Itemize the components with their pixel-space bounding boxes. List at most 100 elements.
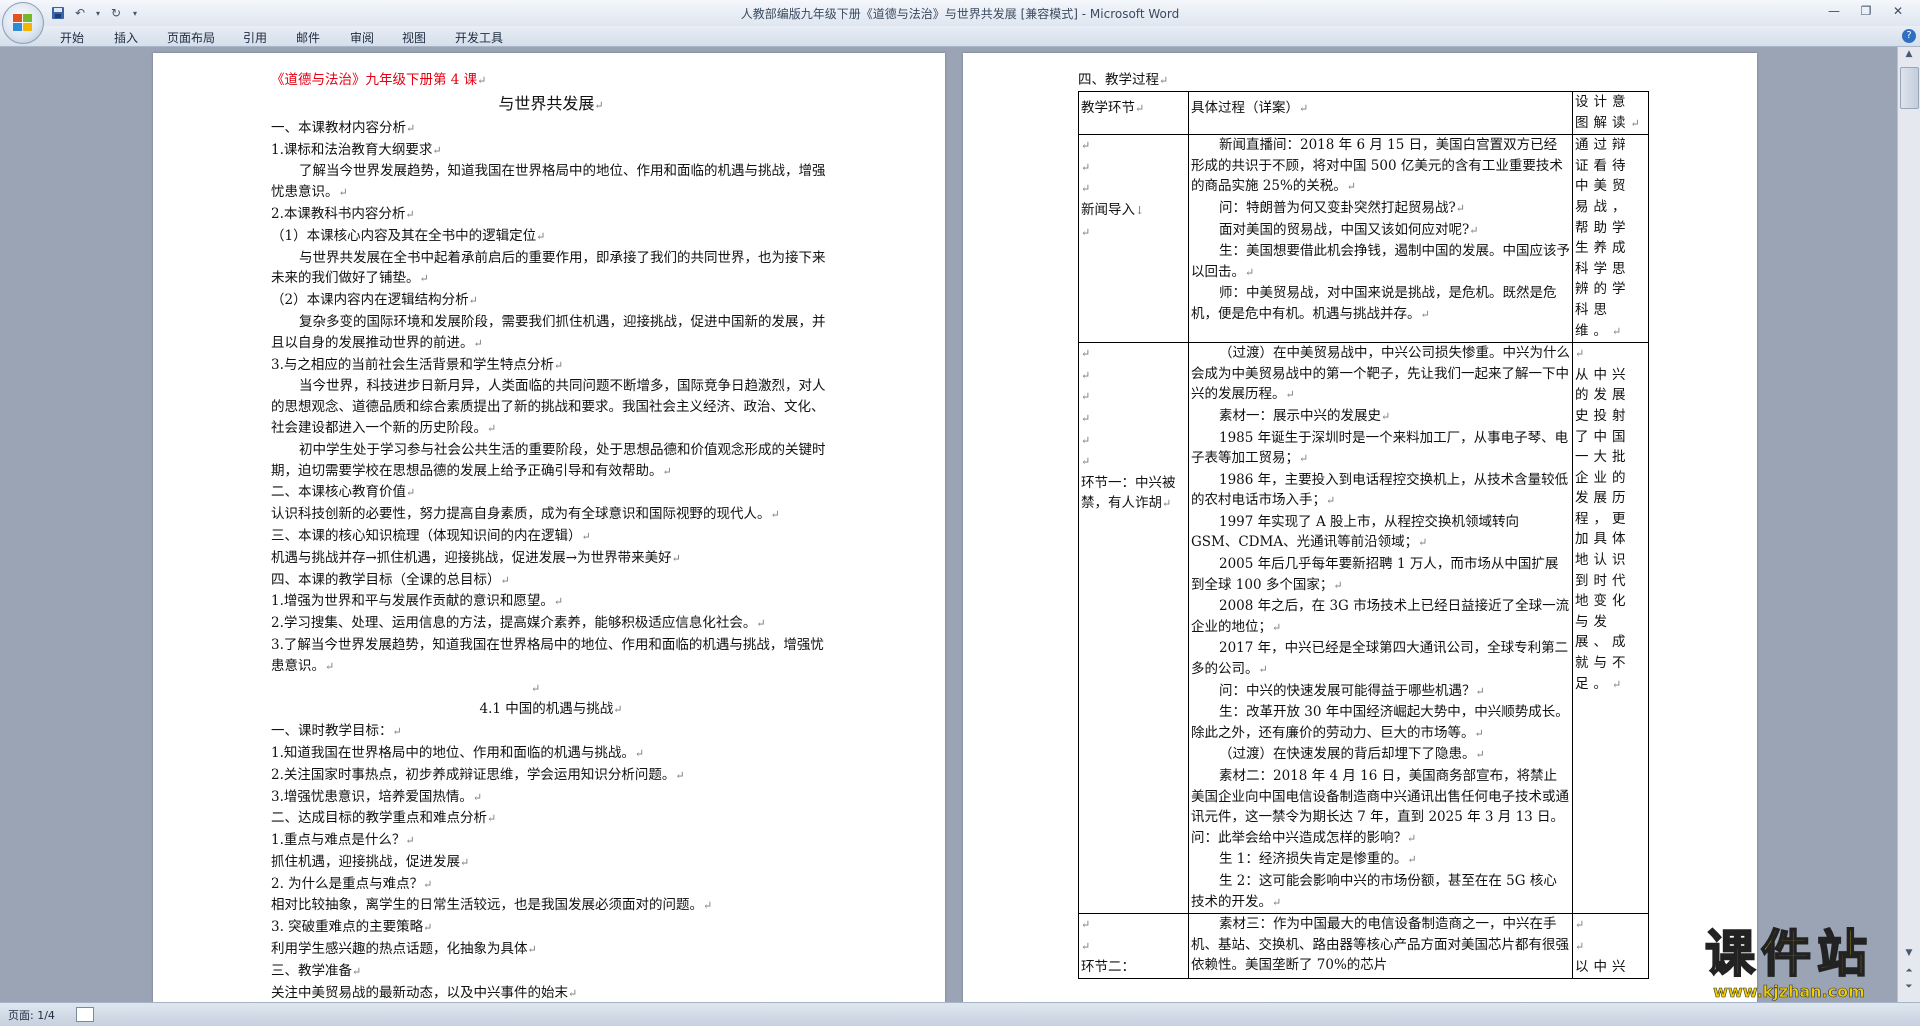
stage-cell: ↵ ↵ 环节二： bbox=[1078, 913, 1189, 979]
stage-cell: ↵ ↵ ↵ 新闻导入↓ ↵ bbox=[1078, 134, 1189, 344]
paragraph: 1.增强为世界和平与发展作贡献的意识和愿望。↵ bbox=[271, 593, 564, 610]
detail-cell: （过渡）在中美贸易战中，中兴公司损失惨重。中兴为什么会成为中美贸易战中的第一个靶… bbox=[1188, 342, 1573, 915]
paragraph: 二、本课核心教育价值↵ bbox=[271, 484, 416, 501]
page-count-status[interactable]: 页面: 1/4 bbox=[8, 1007, 55, 1023]
detail-paragraph: 1986 年，主要投入到电话程控交换机上，从技术含量较低的农村电话市场入手；↵ bbox=[1191, 471, 1569, 509]
paragraph: 机遇与挑战并存→抓住机遇，迎接挑战，促进发展→为世界带来美好↵ bbox=[271, 549, 681, 566]
detail-paragraph: 1997 年实现了 A 股上市，从程控交换机领域转向 GSM、CDMA、光通讯等… bbox=[1191, 513, 1519, 551]
minimize-icon[interactable]: — bbox=[1820, 2, 1848, 20]
paragraph: 三、本课的核心知识梳理（体现知识间的内在逻辑）↵ bbox=[271, 527, 591, 544]
paragraph: （1）本课核心内容及其在全书中的逻辑定位↵ bbox=[271, 227, 546, 244]
detail-paragraph: 生：美国想要借此机会挣钱，遏制中国的发展。中国应该予以回击。↵ bbox=[1191, 243, 1570, 280]
paragraph: 关注中美贸易战的最新动态，以及中兴事件的始末↵ bbox=[271, 984, 578, 1001]
tab-home[interactable]: 开始 bbox=[60, 29, 84, 46]
tab-developer[interactable]: 开发工具 bbox=[455, 29, 503, 46]
detail-paragraph: 2008 年之后，在 3G 市场技术上已经日益接近了全球一流企业的地位；↵ bbox=[1191, 598, 1570, 635]
ribbon-tab-bar: 开始 插入 页面布局 引用 邮件 审阅 视图 开发工具 ? bbox=[0, 26, 1920, 47]
scroll-up-icon[interactable]: ▲ bbox=[1901, 49, 1917, 63]
table-header-cell: 具体过程（详案）↵ bbox=[1188, 90, 1573, 136]
scrollbar-thumb[interactable] bbox=[1900, 67, 1919, 109]
document-page-1: 《道德与法治》九年级下册第 4 课↵ 与世界共发展↵ 一、本课教材内容分析↵ 1… bbox=[153, 53, 945, 1002]
window-controls: — ❐ ✕ bbox=[1820, 2, 1912, 20]
detail-cell: 素材三：作为中国最大的电信设备制造商之一，中兴在手机、基站、交换机、路由器等核心… bbox=[1188, 913, 1573, 979]
section-heading: 4.1 中国的机遇与挑战↵ bbox=[479, 701, 623, 718]
tab-mailings[interactable]: 邮件 bbox=[296, 29, 320, 46]
paragraph: 一、本课教材内容分析↵ bbox=[271, 119, 416, 136]
proofing-icon[interactable] bbox=[76, 1007, 94, 1022]
paragraph: 相对比较抽象，离学生的日常生活较远，也是我国发展必须面对的问题。↵ bbox=[271, 897, 713, 914]
window-title: 人教部编版九年级下册《道德与法治》与世界共发展 [兼容模式] - Microso… bbox=[740, 7, 1180, 21]
table-header-row: 教学环节↵ 具体过程（详案）↵ 设计意图解读↵ bbox=[1078, 90, 1649, 136]
watermark-text: 课件站 bbox=[1704, 924, 1873, 984]
maximize-icon[interactable]: ❐ bbox=[1852, 2, 1880, 20]
paragraph: 初中学生处于学习参与社会公共生活的重要阶段，处于思想品德和价值观念形成的关键时期… bbox=[271, 441, 826, 479]
detail-cell: 新闻直播间：2018 年 6 月 15 日，美国白宫置双方已经形成的共识于不顾，… bbox=[1188, 134, 1573, 344]
document-page-2: 四、教学过程↵ 教学环节↵ 具体过程（详案）↵ 设计意图解读↵ ↵ ↵ ↵ 新闻导入↓… bbox=[963, 53, 1757, 1002]
table-row: ↵ ↵ ↵ ↵ ↵ ↵ 环节一：中兴被禁，有人诈胡↵ （过渡）在中美贸易战中，中兴公司损失惨… bbox=[1078, 342, 1649, 915]
detail-paragraph: 生 1：经济损失肯定是惨重的。↵ bbox=[1219, 851, 1417, 868]
page-2-content: 四、教学过程↵ 教学环节↵ 具体过程（详案）↵ 设计意图解读↵ ↵ ↵ ↵ 新闻导入↓… bbox=[1078, 70, 1649, 979]
lesson-title: 与世界共发展↵ bbox=[498, 93, 604, 113]
detail-paragraph: 1985 年诞生于深圳时是一个来料加工厂，从事电子琴、电子表等加工贸易；↵ bbox=[1191, 429, 1569, 467]
intent-cell: ↵ 从中兴的发展史投射了中国一大批企业的发展历程，更加具体地认识到时代地变化与发展… bbox=[1572, 342, 1649, 915]
paragraph: 三、教学准备↵ bbox=[271, 962, 362, 979]
detail-paragraph: 问：特朗普为何又变卦突然打起贸易战?↵ bbox=[1219, 199, 1465, 216]
teaching-process-table: 教学环节↵ 具体过程（详案）↵ 设计意图解读↵ ↵ ↵ ↵ 新闻导入↓ ↵ 新闻直播间：… bbox=[1078, 90, 1649, 979]
paragraph: 3.与之相应的当前社会生活背景和学生特点分析↵ bbox=[271, 356, 564, 373]
tab-page-layout[interactable]: 页面布局 bbox=[167, 29, 215, 46]
tab-view[interactable]: 视图 bbox=[402, 29, 426, 46]
table-header-cell: 教学环节↵ bbox=[1078, 90, 1189, 136]
paragraph: 利用学生感兴趣的热点话题，化抽象为具体↵ bbox=[271, 941, 537, 958]
status-bar: 页面: 1/4 bbox=[0, 1002, 1920, 1026]
section-heading: 四、教学过程↵ bbox=[1078, 72, 1169, 88]
detail-paragraph: （过渡）在快速发展的背后却埋下了隐患。↵ bbox=[1219, 746, 1485, 763]
watermark-logo: 课件站 www.kjzhan.com bbox=[1670, 924, 1908, 1005]
paragraph: 3. 突破重难点的主要策略↵ bbox=[271, 919, 433, 936]
detail-paragraph: 生 2：这可能会影响中兴的市场份额，甚至在在 5G 核心技术的开发。↵ bbox=[1191, 872, 1557, 910]
paragraph: 四、本课的教学目标（全课的总目标）↵ bbox=[271, 571, 510, 588]
paragraph: 2.本课教科书内容分析↵ bbox=[271, 205, 415, 222]
tab-insert[interactable]: 插入 bbox=[114, 29, 138, 46]
paragraph: 了解当今世界发展趋势，知道我国在世界格局中的地位、作用和面临的机遇与挑战，增强忧… bbox=[271, 163, 826, 201]
detail-paragraph: 师：中美贸易战，对中国来说是挑战，是危机。既然是危机，便是危中有机。机遇与挑战并… bbox=[1191, 285, 1557, 322]
tab-review[interactable]: 审阅 bbox=[350, 29, 374, 46]
detail-paragraph: 2005 年后几乎每年要新招聘 1 万人，而市场从中国扩展到全球 100 多个国… bbox=[1191, 556, 1559, 593]
paragraph: 3.增强忧患意识，培养爱国热情。↵ bbox=[271, 788, 483, 805]
paragraph: 1.知道我国在世界格局中的地位、作用和面临的机遇与挑战。↵ bbox=[271, 744, 645, 761]
paragraph: 复杂多变的国际环境和发展阶段，需要我们抓住机遇，迎接挑战，促进中国新的发展，并且… bbox=[271, 313, 826, 351]
intent-cell: ↵ ↵ 以中兴 bbox=[1572, 913, 1649, 979]
page-1-content: 《道德与法治》九年级下册第 4 课↵ 与世界共发展↵ 一、本课教材内容分析↵ 1… bbox=[271, 70, 831, 1002]
office-button[interactable] bbox=[2, 2, 44, 44]
paragraph: 3.了解当今世界发展趋势，知道我国在世界格局中的地位、作用和面临的机遇与挑战，增… bbox=[271, 636, 824, 674]
table-row: ↵ ↵ ↵ 新闻导入↓ ↵ 新闻直播间：2018 年 6 月 15 日，美国白宫置双方已… bbox=[1078, 134, 1649, 344]
lesson-subtitle: 《道德与法治》九年级下册第 4 课↵ bbox=[271, 72, 487, 88]
watermark-url: www.kjzhan.com bbox=[1713, 982, 1865, 1001]
help-icon[interactable]: ? bbox=[1902, 29, 1916, 43]
detail-paragraph: 面对美国的贸易战，中国又该如何应对呢?↵ bbox=[1219, 221, 1479, 238]
paragraph: 2.学习搜集、处理、运用信息的方法，提高媒介素养，能够积极适应信息化社会。↵ bbox=[271, 615, 766, 632]
tab-references[interactable]: 引用 bbox=[243, 29, 267, 46]
detail-paragraph: 素材三：作为中国最大的电信设备制造商之一，中兴在手机、基站、交换机、路由器等核心… bbox=[1191, 916, 1569, 974]
detail-paragraph: 2017 年，中兴已经是全球第四大通讯公司，全球专利第二多的公司。↵ bbox=[1191, 640, 1569, 678]
paragraph: 1.课标和法治教育大纲要求↵ bbox=[271, 141, 442, 158]
close-icon[interactable]: ✕ bbox=[1884, 2, 1912, 20]
detail-paragraph: 素材二：2018 年 4 月 16 日，美国商务部宣布，将禁止美国企业向中国电信… bbox=[1191, 768, 1569, 846]
table-header-cell: 设计意图解读↵ bbox=[1572, 90, 1649, 136]
paragraph: 2.关注国家时事热点，初步养成辩证思维，学会运用知识分析问题。↵ bbox=[271, 766, 685, 783]
table-row: ↵ ↵ 环节二： 素材三：作为中国最大的电信设备制造商之一，中兴在手机、基站、交换机… bbox=[1078, 913, 1649, 979]
detail-paragraph: 新闻直播间：2018 年 6 月 15 日，美国白宫置双方已经形成的共识于不顾，… bbox=[1191, 137, 1563, 195]
vertical-scrollbar[interactable]: ▲ ▼ ⏶ ⏷ bbox=[1897, 47, 1920, 1002]
document-workspace: 《道德与法治》九年级下册第 4 课↵ 与世界共发展↵ 一、本课教材内容分析↵ 1… bbox=[0, 47, 1898, 1002]
detail-paragraph: （过渡）在中美贸易战中，中兴公司损失惨重。中兴为什么会成为中美贸易战中的第一个靶… bbox=[1191, 345, 1570, 403]
detail-paragraph: 问：中兴的快速发展可能得益于哪些机遇？↵ bbox=[1219, 682, 1485, 699]
paragraph: 1.重点与难点是什么？↵ bbox=[271, 832, 415, 849]
paragraph: 认识科技创新的必要性，努力提高自身素质，成为有全球意识和国际视野的现代人。↵ bbox=[271, 506, 780, 523]
paragraph: 一、课时教学目标：↵ bbox=[271, 723, 402, 740]
paragraph: 与世界共发展在全书中起着承前启后的重要作用，即承接了我们的共同世界，也为接下来未… bbox=[271, 249, 826, 287]
paragraph: 2. 为什么是重点与难点？↵ bbox=[271, 875, 433, 892]
paragraph: 抓住机遇，迎接挑战，促进发展↵ bbox=[271, 853, 470, 870]
detail-paragraph: 生：改革开放 30 年中国经济崛起大势中，中兴顺势成长。除此之外，还有廉价的劳动… bbox=[1191, 704, 1569, 741]
stage-cell: ↵ ↵ ↵ ↵ ↵ ↵ 环节一：中兴被禁，有人诈胡↵ bbox=[1078, 342, 1189, 915]
title-bar: ↶ ▾ ↻ ▾ 人教部编版九年级下册《道德与法治》与世界共发展 [兼容模式] -… bbox=[0, 0, 1920, 26]
paragraph: 二、达成目标的教学重点和难点分析↵ bbox=[271, 810, 497, 827]
